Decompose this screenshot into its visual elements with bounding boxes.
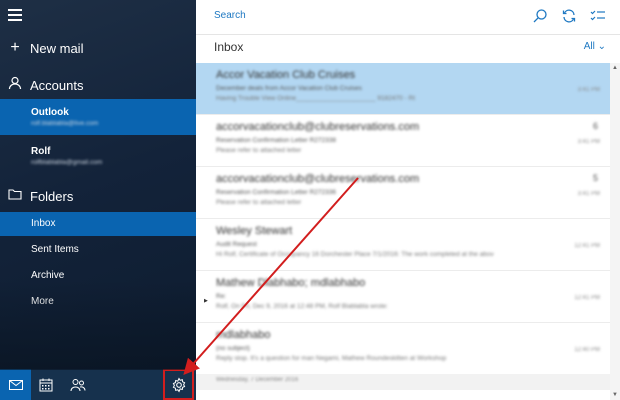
- date-separator-label: Wednesday, 7 December 2016: [216, 377, 299, 383]
- message-subject: December deals from Accor Vacation Club …: [216, 85, 362, 92]
- message-sender: accorvacationclub@clubreservations.com: [216, 173, 420, 185]
- message-list-pane: Search Inbox All ⌄ Accor Vacation Club C…: [196, 0, 620, 400]
- message-item[interactable]: accorvacationclub@clubreservations.com R…: [196, 115, 610, 167]
- message-time: 3:41 PM: [577, 139, 600, 145]
- search-icon[interactable]: [532, 8, 548, 24]
- new-mail-button[interactable]: + New mail: [0, 36, 196, 60]
- message-sender: Wesley Stewart: [216, 225, 293, 237]
- sync-icon[interactable]: [561, 8, 577, 24]
- folders-header[interactable]: Folders: [0, 184, 196, 208]
- message-subject: Reservation Confirmation Letter R272336: [216, 189, 336, 196]
- search-input[interactable]: Search: [214, 10, 246, 21]
- message-count: 6: [592, 121, 598, 131]
- filter-label: All: [583, 41, 595, 52]
- accounts-label: Accounts: [30, 77, 84, 93]
- person-icon: [0, 76, 30, 95]
- bottom-app-bar: [0, 369, 196, 400]
- sidebar: + New mail Accounts Outlook rolf.blablab…: [0, 0, 196, 400]
- account-item-outlook[interactable]: Outlook rolf.blablabla@live.com: [0, 99, 196, 135]
- message-subject: (no subject): [216, 345, 250, 352]
- list-scrollbar[interactable]: ▲ ▼: [610, 63, 620, 400]
- chevron-down-icon: ⌄: [597, 41, 606, 52]
- message-subject: Re:: [216, 293, 227, 300]
- message-preview: Rolf, On Fri, Dec 9, 2016 at 12:48 PM, R…: [216, 303, 388, 310]
- folder-item-inbox[interactable]: Inbox: [0, 212, 196, 236]
- account-item-rolf[interactable]: Rolf rolfblablabla@gmail.com: [0, 140, 196, 176]
- message-count: 5: [592, 173, 598, 183]
- account-name: Outlook: [31, 107, 69, 118]
- message-item[interactable]: Wesley Stewart Audit Request Hi Rolf, Ce…: [196, 219, 610, 271]
- message-preview: Having Trouble View Online______________…: [216, 95, 416, 102]
- message-sender: Mathew Dlabhabo; mdlabhabo: [216, 277, 366, 289]
- message-preview: Reply stop. It's a question for man Nega…: [216, 355, 447, 362]
- message-sender: mdlabhabo: [216, 329, 271, 341]
- scroll-up-arrow-icon[interactable]: ▲: [612, 65, 618, 71]
- folder-item-sent-items[interactable]: Sent Items: [0, 238, 196, 262]
- message-time: 12:40 PM: [574, 347, 600, 353]
- people-app-button[interactable]: [64, 369, 92, 400]
- folder-title: Inbox: [214, 40, 244, 54]
- message-sender: Accor Vacation Club Cruises: [216, 69, 356, 81]
- thread-expand-icon[interactable]: ▶: [204, 298, 208, 304]
- calendar-app-button[interactable]: [32, 369, 60, 400]
- message-time: 3:41 PM: [577, 87, 600, 93]
- message-time: 12:41 PM: [574, 295, 600, 301]
- select-mode-icon[interactable]: [590, 8, 606, 24]
- mail-icon: [8, 379, 23, 390]
- message-subject: Audit Request: [216, 241, 257, 248]
- new-mail-label: New mail: [30, 40, 84, 56]
- folder-item-more[interactable]: More: [0, 290, 196, 314]
- message-preview: Please refer to attached letter: [216, 199, 302, 206]
- account-email: rolf.blablabla@live.com: [31, 120, 99, 127]
- message-preview: Please refer to attached letter: [216, 147, 302, 154]
- account-email: rolfblablabla@gmail.com: [31, 159, 103, 166]
- folder-item-archive[interactable]: Archive: [0, 264, 196, 288]
- calendar-icon: [39, 378, 53, 391]
- folder-icon: [0, 187, 30, 205]
- account-name: Rolf: [31, 146, 51, 157]
- message-item[interactable]: Accor Vacation Club Cruises December dea…: [196, 63, 610, 115]
- folders-label: Folders: [30, 188, 74, 204]
- message-list: Accor Vacation Club Cruises December dea…: [196, 63, 610, 400]
- message-item[interactable]: accorvacationclub@clubreservations.com R…: [196, 167, 610, 219]
- scroll-down-arrow-icon[interactable]: ▼: [612, 392, 618, 398]
- top-search-bar: Search: [196, 0, 620, 35]
- message-preview: Hi Rolf, Certificate of Occupancy 16 Dor…: [216, 251, 494, 258]
- date-separator: Wednesday, 7 December 2016: [196, 374, 610, 390]
- people-icon: [70, 378, 86, 391]
- message-item[interactable]: mdlabhabo (no subject) Reply stop. It's …: [196, 323, 610, 375]
- message-sender: accorvacationclub@clubreservations.com: [216, 121, 420, 133]
- hamburger-menu-icon[interactable]: [8, 9, 22, 24]
- message-subject: Reservation Confirmation Letter R272338: [216, 137, 336, 144]
- message-item[interactable]: ▶ Mathew Dlabhabo; mdlabhabo Re: Rolf, O…: [196, 271, 610, 323]
- gear-icon: [172, 376, 185, 393]
- accounts-header[interactable]: Accounts: [0, 73, 196, 97]
- settings-button[interactable]: [163, 369, 194, 400]
- filter-dropdown[interactable]: All ⌄: [584, 41, 606, 52]
- message-time: 3:41 PM: [577, 191, 600, 197]
- mail-app-button[interactable]: [0, 369, 31, 400]
- plus-icon: +: [10, 39, 20, 56]
- message-time: 12:41 PM: [574, 243, 600, 249]
